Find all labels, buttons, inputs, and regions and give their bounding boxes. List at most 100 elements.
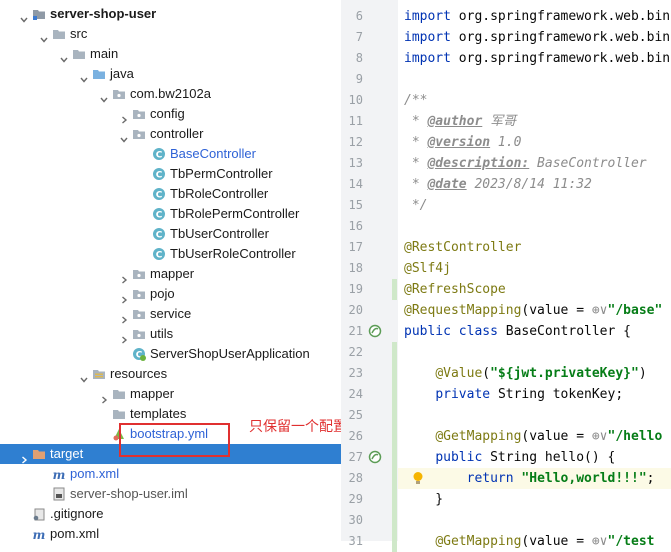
tree-row[interactable]: C TbUserRoleController: [0, 244, 341, 264]
tree-row[interactable]: src: [0, 24, 341, 44]
chevron-right-icon[interactable]: [20, 450, 28, 464]
tree-row-label: config: [150, 106, 185, 121]
code-line[interactable]: * @author 军哥: [404, 111, 516, 132]
code-token: }: [404, 492, 444, 507]
project-tree-panel[interactable]: server-shop-user src main java com.bw2102a co…: [0, 0, 341, 541]
chevron-down-icon[interactable]: [40, 30, 48, 43]
tree-row[interactable]: C TbPermController: [0, 164, 341, 184]
code-line[interactable]: @Slf4j: [404, 258, 451, 279]
code-token: @GetMapping: [435, 534, 522, 549]
code-line[interactable]: import org.springframework.web.bin: [404, 6, 670, 27]
tree-row[interactable]: utils: [0, 324, 341, 344]
code-token: (value =: [521, 429, 592, 444]
chevron-right-icon[interactable]: [120, 330, 128, 344]
tree-row[interactable]: java: [0, 64, 341, 84]
chevron-down-icon[interactable]: [100, 90, 108, 103]
tree-row[interactable]: server-shop-user.iml: [0, 484, 341, 504]
annotation-highlight-box: [119, 423, 230, 457]
chevron-right-icon[interactable]: [120, 270, 128, 284]
line-number: 22: [348, 345, 363, 359]
tree-row[interactable]: .gitignore: [0, 504, 341, 524]
tree-row[interactable]: mapper: [0, 264, 341, 284]
spring-bean-icon[interactable]: [368, 324, 382, 338]
code-line[interactable]: @RefreshScope: [404, 279, 506, 300]
code-line[interactable]: @GetMapping(value = ⊕∨"/hello: [404, 426, 662, 447]
vcs-change-marker[interactable]: [392, 279, 397, 300]
code-token: "/base": [607, 303, 663, 318]
code-token: "/hello: [607, 429, 663, 444]
code-line[interactable]: * @version 1.0: [404, 132, 522, 153]
chevron-down-icon[interactable]: [60, 50, 68, 63]
code-token: @description:: [427, 156, 530, 171]
chevron-right-icon[interactable]: [100, 390, 108, 404]
code-token: private: [435, 387, 498, 402]
tree-row[interactable]: pojo: [0, 284, 341, 304]
class-icon: C: [152, 147, 166, 161]
code-line[interactable]: import org.springframework.web.bin: [404, 27, 670, 48]
line-number: 31: [348, 534, 363, 548]
code-token: @RequestMapping: [404, 303, 522, 318]
tree-row[interactable]: C TbUserController: [0, 224, 341, 244]
chevron-right-icon[interactable]: [120, 110, 128, 124]
tree-row[interactable]: C BaseController: [0, 144, 341, 164]
tree-row[interactable]: C ServerShopUserApplication: [0, 344, 341, 364]
chevron-down-icon[interactable]: [80, 70, 88, 83]
code-line[interactable]: return "Hello,world!!!";: [404, 468, 655, 489]
tree-row[interactable]: resources: [0, 364, 341, 384]
code-token: BaseController {: [505, 324, 631, 339]
tree-row-label: mapper: [150, 266, 195, 281]
package-icon: [132, 127, 146, 141]
tree-row[interactable]: C TbRoleController: [0, 184, 341, 204]
folder-icon: [52, 27, 66, 41]
chevron-right-icon[interactable]: [120, 310, 128, 324]
tree-row[interactable]: service: [0, 304, 341, 324]
code-line[interactable]: public class BaseController {: [404, 321, 631, 342]
code-line[interactable]: @RequestMapping(value = ⊕∨"/base": [404, 300, 662, 321]
code-line[interactable]: /**: [404, 90, 427, 111]
vcs-change-marker[interactable]: [392, 342, 397, 552]
chevron-down-icon[interactable]: [80, 370, 88, 383]
tree-row-label: java: [110, 66, 134, 81]
excluded-folder-icon: [32, 447, 46, 461]
tree-row[interactable]: m pom.xml: [0, 524, 341, 541]
code-token: import: [404, 30, 459, 45]
code-line[interactable]: public String hello() {: [404, 447, 615, 468]
code-line[interactable]: }: [404, 489, 443, 510]
tree-row[interactable]: server-shop-user: [0, 4, 341, 24]
chevron-right-icon[interactable]: [120, 290, 128, 304]
code-line[interactable]: * @description: BaseController: [404, 153, 647, 174]
tree-row-label: target: [50, 446, 84, 461]
svg-text:m: m: [53, 468, 66, 481]
tree-row[interactable]: controller: [0, 124, 341, 144]
code-token: @author: [427, 114, 483, 129]
class-icon: C: [152, 247, 166, 261]
code-line[interactable]: @Value("${jwt.privateKey}"): [404, 363, 646, 384]
code-line[interactable]: * @date 2023/8/14 11:32: [404, 174, 592, 195]
code-line[interactable]: */: [404, 195, 428, 216]
code-line[interactable]: private String tokenKey;: [404, 384, 623, 405]
class-icon: C: [152, 227, 166, 241]
tree-row[interactable]: C TbRolePermController: [0, 204, 341, 224]
code-line[interactable]: @RestController: [404, 237, 521, 258]
tree-row[interactable]: m pom.xml: [0, 464, 341, 484]
code-token: org.springframework.web.bin: [458, 30, 671, 45]
code-token: "${jwt.privateKey}": [490, 366, 639, 381]
line-number: 28: [348, 471, 363, 485]
code-token: "/test: [607, 534, 655, 549]
tree-row[interactable]: com.bw2102a: [0, 84, 341, 104]
lightbulb-icon[interactable]: [411, 471, 425, 485]
chevron-down-icon[interactable]: [120, 130, 128, 143]
tree-row-label: main: [90, 46, 119, 61]
spring-bean-icon[interactable]: [368, 450, 382, 464]
tree-row[interactable]: main: [0, 44, 341, 64]
code-token: 2023/8/14 11:32: [466, 177, 592, 192]
code-token: @GetMapping: [435, 429, 522, 444]
line-number: 15: [348, 198, 363, 212]
tree-row[interactable]: config: [0, 104, 341, 124]
tree-row[interactable]: mapper: [0, 384, 341, 404]
code-line[interactable]: import org.springframework.web.bin: [404, 48, 670, 69]
chevron-down-icon[interactable]: [20, 10, 28, 23]
code-line[interactable]: @GetMapping(value = ⊕∨"/test: [404, 531, 654, 552]
